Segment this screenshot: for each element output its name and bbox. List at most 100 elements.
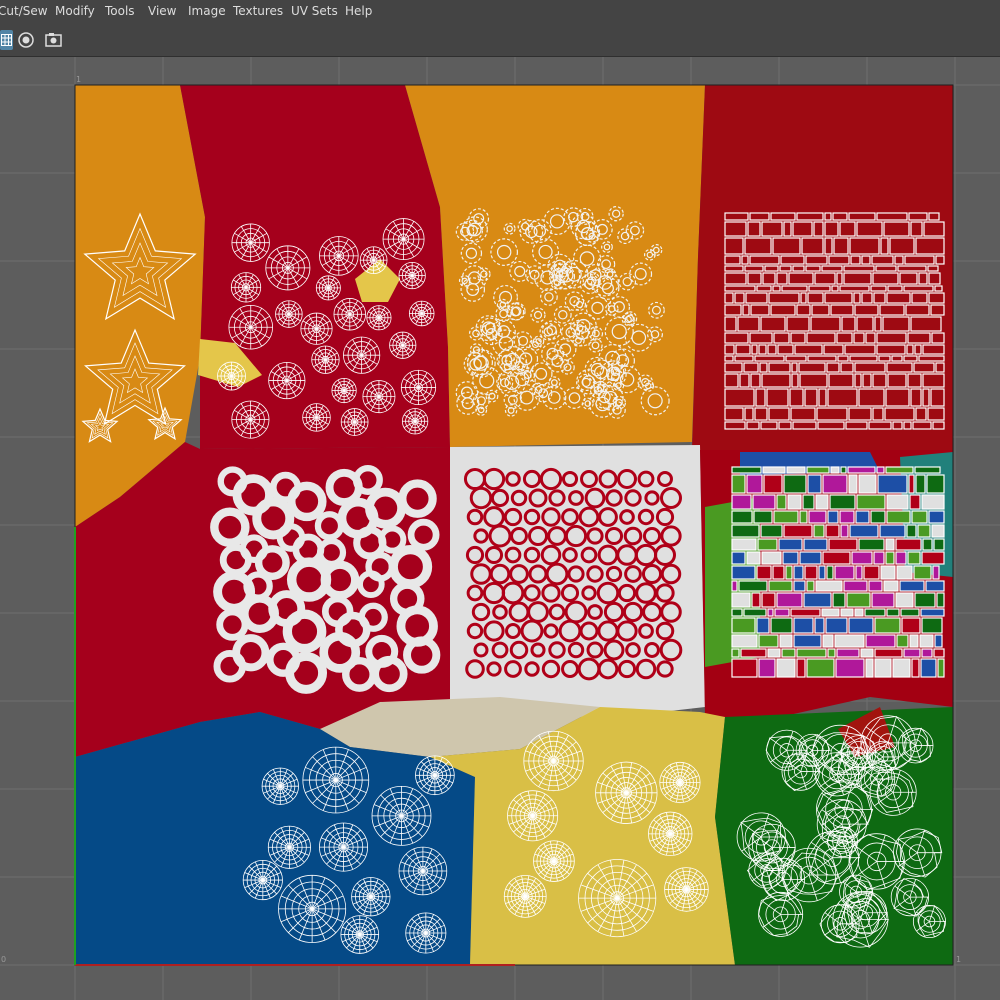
uv-rect bbox=[738, 580, 768, 592]
uv-rect bbox=[746, 551, 761, 565]
uv-grid-toggle-button[interactable] bbox=[0, 30, 13, 50]
menu-tools[interactable]: Tools bbox=[105, 4, 135, 18]
uv-shell-circle bbox=[311, 345, 340, 374]
uv-rect bbox=[731, 580, 738, 592]
uv-rect bbox=[937, 658, 945, 678]
menu-textures[interactable]: Textures bbox=[233, 4, 283, 18]
uv-rect bbox=[825, 524, 840, 538]
menu-view[interactable]: View bbox=[148, 4, 176, 18]
uv-rect bbox=[822, 551, 851, 565]
uv-rect bbox=[781, 648, 796, 658]
uv-rect bbox=[920, 608, 945, 617]
uv-rect bbox=[815, 580, 843, 592]
uv-rect bbox=[921, 551, 945, 565]
uv-rect bbox=[808, 510, 827, 524]
uv-rect bbox=[793, 565, 804, 580]
uv-shell-circle bbox=[231, 400, 270, 439]
uv-rect bbox=[763, 474, 783, 494]
uv-rect bbox=[908, 474, 915, 494]
uv-rect bbox=[758, 634, 779, 648]
uv-rect bbox=[802, 494, 815, 510]
menu-uv-sets[interactable]: UV Sets bbox=[291, 4, 338, 18]
uv-shell-circle bbox=[400, 369, 437, 406]
uv-rect bbox=[822, 474, 848, 494]
uv-rect bbox=[793, 634, 822, 648]
uv-rect bbox=[761, 592, 776, 608]
uv-rect bbox=[896, 565, 913, 580]
uv-rect bbox=[829, 494, 856, 510]
uv-rect bbox=[909, 494, 921, 510]
uv-shell-circle bbox=[415, 755, 455, 796]
uv-shell-circle bbox=[405, 912, 447, 954]
uv-rect bbox=[753, 510, 773, 524]
uv-shell-circle bbox=[315, 275, 341, 301]
uv-rect bbox=[928, 510, 945, 524]
uv-rect bbox=[731, 538, 757, 551]
uv-rect bbox=[832, 592, 846, 608]
uv-rect bbox=[772, 565, 785, 580]
uv-rect bbox=[895, 551, 907, 565]
uv-rect bbox=[827, 648, 836, 658]
uv-rect bbox=[818, 565, 826, 580]
uv-rect bbox=[848, 617, 874, 634]
uv-shell-circle bbox=[300, 312, 333, 345]
uv-shell-circle bbox=[267, 825, 311, 869]
uv-rect bbox=[806, 580, 815, 592]
uv-rect bbox=[806, 466, 830, 474]
uv-shell-circle bbox=[343, 336, 381, 374]
uv-rect bbox=[783, 524, 813, 538]
uv-rect bbox=[903, 648, 921, 658]
shaded-display-button[interactable] bbox=[16, 30, 36, 50]
uv-rect bbox=[886, 608, 900, 617]
uv-rect bbox=[834, 634, 865, 648]
uv-rect bbox=[874, 617, 901, 634]
uv-rect bbox=[793, 617, 814, 634]
uv-rect bbox=[776, 494, 787, 510]
snapshot-button[interactable] bbox=[43, 30, 65, 50]
uv-rect bbox=[933, 648, 945, 658]
uv-rect bbox=[731, 658, 758, 678]
uv-editor-viewport[interactable]: 1 0 1 bbox=[0, 57, 1000, 1000]
uv-canvas[interactable] bbox=[0, 57, 1000, 1000]
uv-rect bbox=[896, 634, 909, 648]
uv-rect bbox=[743, 608, 767, 617]
uv-rect bbox=[849, 524, 879, 538]
uv-rect bbox=[885, 551, 895, 565]
uv-rect bbox=[915, 474, 926, 494]
uv-rect bbox=[936, 592, 945, 608]
uv-rect bbox=[886, 510, 911, 524]
uv-rect bbox=[914, 466, 941, 474]
uv-shell-circle bbox=[331, 377, 357, 404]
uv-rect bbox=[731, 608, 743, 617]
uv-label-bottom-right: 1 bbox=[956, 955, 962, 964]
uv-rect bbox=[871, 592, 895, 608]
uv-rect bbox=[907, 551, 921, 565]
uv-rect bbox=[796, 648, 827, 658]
uv-rect bbox=[770, 617, 793, 634]
uv-shell-circle bbox=[362, 380, 396, 414]
uv-rect bbox=[865, 658, 874, 678]
menu-help[interactable]: Help bbox=[345, 4, 372, 18]
uv-rect bbox=[731, 617, 756, 634]
uv-shell-circle bbox=[242, 860, 283, 901]
uv-rect bbox=[854, 608, 864, 617]
uv-rect bbox=[806, 658, 835, 678]
uv-rect bbox=[827, 510, 839, 524]
uv-rect bbox=[895, 592, 914, 608]
uv-rect bbox=[921, 648, 933, 658]
uv-rect bbox=[931, 524, 945, 538]
uv-rect bbox=[793, 580, 806, 592]
toolbar bbox=[0, 24, 1000, 57]
uv-rect bbox=[892, 658, 911, 678]
menu-cut-sew[interactable]: Cut/Sew bbox=[0, 4, 48, 18]
shaded-sphere-icon bbox=[18, 32, 34, 48]
menu-image[interactable]: Image bbox=[188, 4, 226, 18]
uv-shell-circle bbox=[261, 767, 299, 805]
uv-shell-circle bbox=[340, 915, 380, 954]
uv-rect bbox=[922, 538, 933, 551]
uv-rect bbox=[840, 466, 847, 474]
uv-rect bbox=[925, 580, 945, 592]
uv-rect bbox=[807, 474, 822, 494]
menu-modify[interactable]: Modify bbox=[55, 4, 95, 18]
uv-rect bbox=[758, 658, 776, 678]
